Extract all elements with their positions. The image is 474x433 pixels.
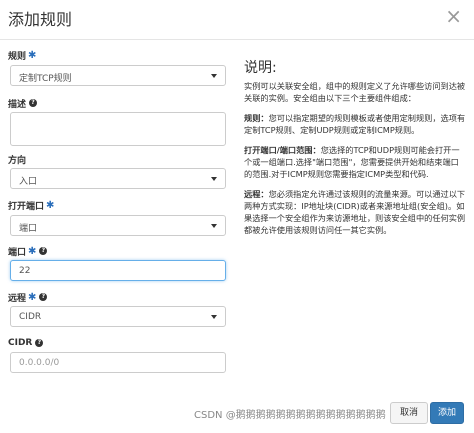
help-rule-text: 您可以指定期望的规则模板或者使用定制规则，选项有定制TCP规则、定制UDP规则或… — [244, 113, 466, 135]
help-rule-term: 规则： — [244, 113, 269, 123]
cidr-field: CIDR? 0.0.0.0/0 — [8, 336, 228, 373]
cidr-placeholder: 0.0.0.0/0 — [19, 358, 60, 368]
direction-field: 方向 入口 — [8, 152, 228, 189]
add-button[interactable]: 添加 — [430, 402, 464, 424]
required-icon: ✱ — [28, 245, 37, 257]
help-remote-text: 您必须指定允许通过该规则的流量来源。可以通过以下两种方式实现：IP地址块(CID… — [244, 189, 466, 235]
watermark: CSDN @鹅鹅鹅鹅鹅鹅鹅鹅鹅鹅鹅鹅鹅鹅鹅 — [194, 410, 386, 421]
required-icon: ✱ — [28, 49, 37, 61]
open-port-field: 打开端口 ✱ 端口 — [8, 198, 228, 236]
help-icon[interactable]: ? — [39, 247, 48, 255]
cidr-label: CIDR — [8, 338, 33, 348]
direction-select-value: 入口 — [19, 177, 38, 187]
rule-label: 规则 — [8, 51, 27, 62]
open-port-select-value: 端口 — [19, 224, 38, 234]
modal-header: 添加规则 × — [0, 0, 474, 40]
description-label: 描述 — [8, 99, 27, 110]
required-icon: ✱ — [28, 291, 37, 303]
help-port: 打开端口/端口范围：您选择的TCP和UDP规则可能会打开一个或一组端口.选择"端… — [244, 144, 466, 180]
help-intro: 实例可以关联安全组，组中的规则定义了允许哪些访问到达被关联的实例。安全组由以下三… — [244, 81, 466, 103]
help-icon[interactable]: ? — [29, 99, 38, 107]
help-icon[interactable]: ? — [39, 293, 48, 301]
help-panel: 说明: 实例可以关联安全组，组中的规则定义了允许哪些访问到达被关联的实例。安全组… — [244, 60, 466, 244]
rule-select[interactable]: 定制TCP规则 — [10, 65, 226, 86]
open-port-label: 打开端口 — [8, 201, 45, 212]
description-textarea[interactable] — [10, 112, 226, 146]
chevron-down-icon — [211, 315, 217, 319]
port-input[interactable]: 22 — [10, 260, 226, 281]
help-port-term: 打开端口/端口范围： — [244, 145, 321, 155]
open-port-select[interactable]: 端口 — [10, 215, 226, 236]
port-field: 端口 ✱? 22 — [8, 244, 228, 281]
close-icon[interactable]: × — [445, 6, 462, 26]
port-input-value: 22 — [19, 266, 31, 276]
add-rule-modal: 添加规则 × 规则 ✱ 定制TCP规则 描述? 方向 入口 打开端口 ✱ 端口 … — [0, 0, 474, 433]
help-title: 说明: — [244, 60, 277, 76]
chevron-down-icon — [211, 224, 217, 228]
chevron-down-icon — [211, 74, 217, 78]
help-rule: 规则：您可以指定期望的规则模板或者使用定制规则，选项有定制TCP规则、定制UDP… — [244, 112, 466, 136]
description-field: 描述? — [8, 96, 228, 146]
rule-select-value: 定制TCP规则 — [19, 74, 72, 84]
port-label: 端口 — [8, 247, 27, 258]
chevron-down-icon — [211, 177, 217, 181]
help-icon[interactable]: ? — [35, 339, 44, 347]
remote-field: 远程 ✱? CIDR — [8, 290, 228, 327]
direction-label: 方向 — [8, 155, 27, 166]
help-remote-term: 远程： — [244, 189, 269, 199]
required-icon: ✱ — [46, 199, 55, 211]
help-remote: 远程：您必须指定允许通过该规则的流量来源。可以通过以下两种方式实现：IP地址块(… — [244, 188, 466, 236]
modal-title: 添加规则 — [8, 10, 73, 29]
rule-field: 规则 ✱ 定制TCP规则 — [8, 48, 228, 86]
cidr-input[interactable]: 0.0.0.0/0 — [10, 352, 226, 373]
remote-select[interactable]: CIDR — [10, 306, 226, 327]
direction-select[interactable]: 入口 — [10, 168, 226, 189]
remote-select-value: CIDR — [19, 312, 42, 322]
cancel-button[interactable]: 取消 — [390, 402, 428, 424]
remote-label: 远程 — [8, 293, 27, 304]
